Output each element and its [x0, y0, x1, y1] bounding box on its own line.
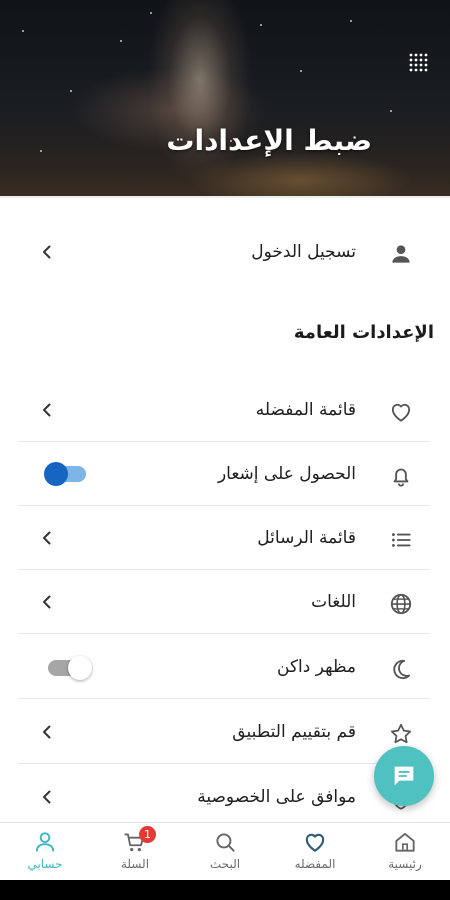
list-icon [392, 533, 411, 547]
settings-item-label: قم بتقييم التطبيق [232, 721, 356, 742]
page-title: ضبط الإعدادات [166, 124, 372, 157]
settings-item-label: اللغات [311, 591, 356, 612]
account-icon [35, 832, 55, 852]
system-navigation-bar [0, 880, 450, 900]
settings-item-privacy[interactable]: موافق على الخصوصية [18, 765, 430, 829]
notifications-toggle[interactable] [44, 462, 86, 486]
home-icon [395, 832, 415, 852]
grid-dots-icon[interactable] [408, 52, 428, 72]
star-decoration [70, 90, 72, 92]
chat-button[interactable] [374, 746, 434, 806]
star-decoration [120, 40, 122, 42]
settings-item-rate-app[interactable]: قم بتقييم التطبيق [18, 700, 430, 764]
star-decoration [390, 110, 392, 112]
star-decoration [22, 30, 24, 32]
toggle-knob [68, 656, 92, 680]
settings-item-languages[interactable]: اللغات [18, 570, 430, 634]
settings-item-label: مظهر داكن [277, 656, 356, 677]
chevron-left-icon [43, 531, 51, 545]
heart-icon [305, 833, 325, 852]
chevron-left-icon [43, 790, 51, 804]
chat-icon [394, 766, 414, 786]
header-banner: ضبط الإعدادات [0, 0, 450, 196]
heart-icon [391, 403, 411, 422]
globe-icon [390, 593, 412, 615]
cart-count-badge: 1 [139, 826, 156, 843]
star-decoration [260, 24, 262, 26]
star-decoration [40, 150, 42, 152]
nav-label: حسابي [27, 857, 63, 871]
login-label: تسجيل الدخول [251, 242, 356, 262]
nav-label: البحث [209, 857, 241, 871]
star-decoration [300, 70, 302, 72]
star-icon [390, 723, 412, 744]
nav-account[interactable]: حسابي [0, 823, 90, 880]
nav-cart[interactable]: 1 السلة [90, 823, 180, 880]
bottom-navigation: رئيسية المفضله البحث 1 السلة حسابي [0, 822, 450, 880]
nav-search[interactable]: البحث [180, 823, 270, 880]
settings-item-label: قائمة المفضله [255, 399, 356, 420]
settings-item-favorites[interactable]: قائمة المفضله [18, 378, 430, 442]
divider [0, 196, 450, 198]
toggle-knob [44, 462, 68, 486]
chevron-left-icon [43, 245, 51, 259]
section-title-general: الإعدادات العامة [293, 322, 434, 343]
star-decoration [150, 12, 152, 14]
settings-item-dark-mode: مظهر داكن [18, 635, 430, 699]
nav-label: السلة [120, 857, 150, 871]
chevron-left-icon [43, 403, 51, 417]
nav-favorites[interactable]: المفضله [270, 823, 360, 880]
settings-item-messages[interactable]: قائمة الرسائل [18, 506, 430, 570]
person-icon [392, 245, 410, 263]
settings-item-label: الحصول على إشعار [217, 463, 356, 484]
settings-item-label: قائمة الرسائل [257, 527, 356, 548]
chevron-left-icon [43, 725, 51, 739]
nav-label: رئيسية [388, 857, 422, 871]
login-row[interactable]: تسجيل الدخول [18, 220, 430, 284]
dark-mode-toggle[interactable] [48, 656, 92, 680]
chevron-left-icon [43, 595, 51, 609]
bell-icon [393, 468, 409, 487]
search-icon [216, 833, 235, 852]
star-decoration [350, 20, 352, 22]
settings-item-notifications: الحصول على إشعار [18, 442, 430, 506]
moon-icon [393, 659, 411, 680]
nav-home[interactable]: رئيسية [360, 823, 450, 880]
nav-label: المفضله [294, 857, 336, 871]
settings-item-label: موافق على الخصوصية [197, 787, 356, 807]
